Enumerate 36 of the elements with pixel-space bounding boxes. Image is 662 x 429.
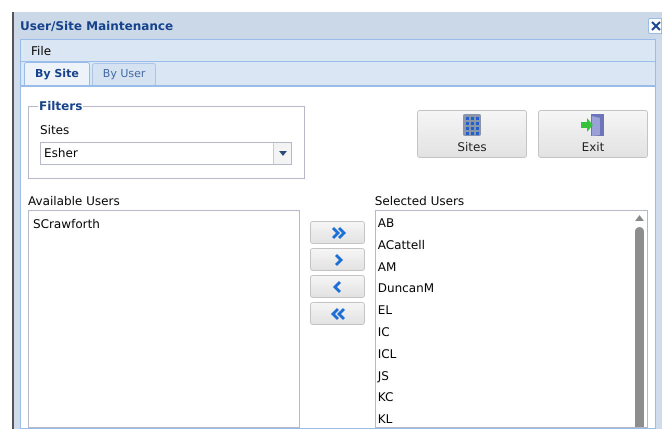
scroll-up-icon <box>634 215 644 221</box>
list-item[interactable]: IC <box>378 322 629 344</box>
transfer-button[interactable] <box>310 248 366 271</box>
transfer-button[interactable] <box>310 302 366 325</box>
list-item[interactable]: ICL <box>378 344 629 366</box>
tab[interactable]: By Site <box>24 62 90 85</box>
filters-legend: Filters <box>38 97 84 115</box>
list-item[interactable]: KC <box>378 387 629 410</box>
sites-dropdown[interactable]: Esher <box>40 142 292 165</box>
building-icon <box>461 112 483 136</box>
menu-item[interactable]: File <box>31 42 52 60</box>
double-chevron-left-icon <box>330 306 346 322</box>
door-exit-icon <box>580 112 606 136</box>
list-item[interactable]: KL <box>378 409 629 427</box>
available-users-label: Available Users <box>28 193 121 210</box>
tab[interactable]: By User <box>92 63 156 85</box>
list-item[interactable]: JS <box>378 366 629 388</box>
list-item[interactable]: DuncanM <box>378 278 629 300</box>
close-icon <box>651 20 661 30</box>
list-item[interactable]: AM <box>378 256 629 278</box>
toolbar-button[interactable]: Sites <box>417 110 527 158</box>
toolbar-button[interactable]: Exit <box>538 110 648 158</box>
list-item[interactable]: AB <box>378 213 629 235</box>
list-item[interactable]: SCrawforth <box>33 214 296 236</box>
close-button[interactable] <box>648 18 662 34</box>
scrollbar-thumb[interactable] <box>634 227 644 427</box>
transfer-button[interactable] <box>310 221 366 244</box>
list-item[interactable]: EL <box>378 300 629 322</box>
list-item[interactable]: ACattell <box>378 234 629 257</box>
window-title: User/Site Maintenance <box>20 18 174 34</box>
double-chevron-right-icon <box>330 224 346 240</box>
sites-value: Esher <box>43 145 79 162</box>
transfer-button[interactable] <box>310 275 366 298</box>
dropdown-caret-icon <box>278 151 286 156</box>
sites-label: Sites <box>40 122 70 139</box>
selected-users-label: Selected Users <box>374 193 466 210</box>
